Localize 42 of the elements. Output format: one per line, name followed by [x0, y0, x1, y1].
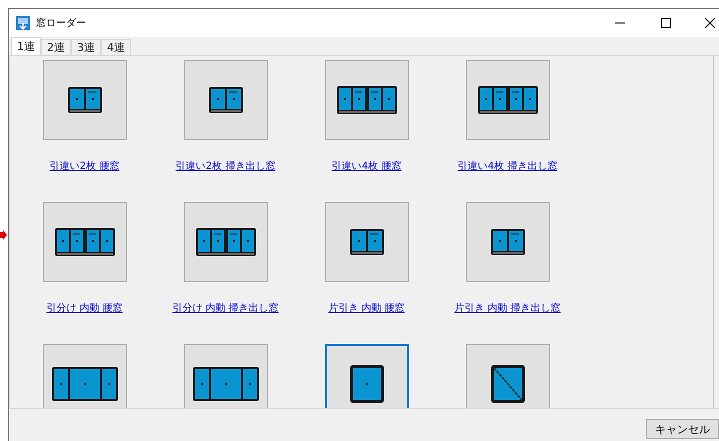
- tab[interactable]: 3連: [71, 39, 101, 55]
- tab[interactable]: 4連: [101, 39, 131, 55]
- close-icon: [705, 18, 715, 28]
- window-type-tile[interactable]: [42, 60, 126, 140]
- window-type-tile[interactable]: [184, 344, 268, 408]
- window-type-tile[interactable]: [324, 344, 408, 408]
- window-type-link[interactable]: 片引き 内動 腰窓: [328, 301, 405, 315]
- window-type-link[interactable]: 引違い4枚 腰窓: [332, 159, 402, 173]
- window-type-tile[interactable]: [324, 60, 408, 140]
- window-type-tile[interactable]: [42, 202, 126, 282]
- window-drawing: [490, 365, 524, 403]
- window-type-tile[interactable]: [184, 60, 268, 140]
- window-drawing: [490, 229, 524, 255]
- window-drawing: [350, 365, 384, 403]
- pointer-arrow-icon: [0, 230, 7, 240]
- window-type-tile[interactable]: [466, 344, 550, 408]
- window-drawing: [68, 87, 102, 113]
- window-type-tile[interactable]: [324, 202, 408, 282]
- cancel-button[interactable]: キャンセル: [646, 419, 719, 439]
- window-drawing: [350, 229, 384, 255]
- window-type-link[interactable]: 引違い4枚 掃き出し窓: [458, 159, 558, 173]
- window-type-tile[interactable]: [466, 202, 550, 282]
- maximize-icon: [661, 18, 671, 28]
- window-drawing: [196, 228, 256, 256]
- window-drawing: [208, 87, 242, 113]
- window-drawing: [54, 228, 114, 256]
- tab[interactable]: 2連: [41, 39, 71, 55]
- window-title: 窓ローダー: [36, 16, 86, 30]
- window-type-link[interactable]: 引分け 内動 腰窓: [46, 301, 123, 315]
- window-type-tile[interactable]: [42, 344, 126, 408]
- window-drawing: [192, 367, 258, 401]
- window-drawing: [336, 86, 396, 114]
- window-type-link[interactable]: 引違い2枚 腰窓: [50, 159, 120, 173]
- app-icon: [15, 15, 31, 31]
- window-drawing: [52, 367, 118, 401]
- tab[interactable]: 1連: [11, 37, 41, 55]
- window-type-tile[interactable]: [466, 60, 550, 140]
- window-type-link[interactable]: 片引き 内動 掃き出し窓: [454, 301, 561, 315]
- window-type-tile[interactable]: [184, 202, 268, 282]
- window-drawing: [478, 86, 538, 114]
- window-type-link[interactable]: 引分け 内動 掃き出し窓: [172, 301, 279, 315]
- window-type-link[interactable]: 引違い2枚 掃き出し窓: [176, 159, 276, 173]
